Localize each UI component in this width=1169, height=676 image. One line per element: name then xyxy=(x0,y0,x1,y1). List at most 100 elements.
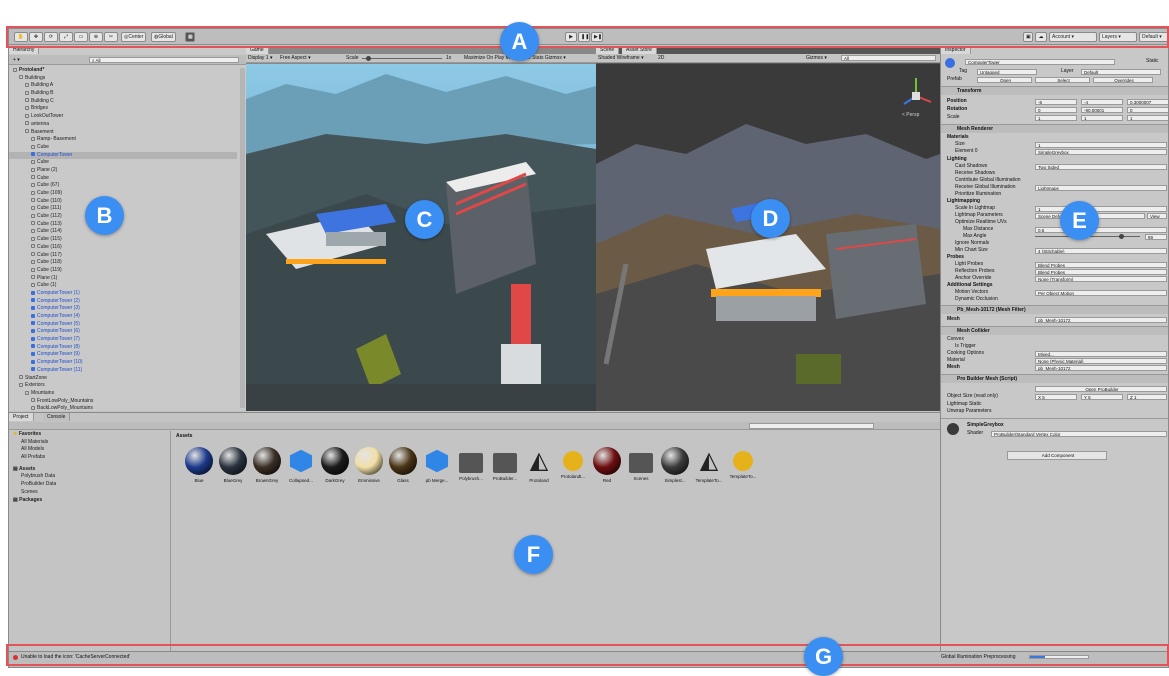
hierarchy-add-button[interactable]: + ▾ xyxy=(13,57,20,63)
hierarchy-item[interactable]: ComputerTower xyxy=(9,151,237,160)
hierarchy-item[interactable]: Cube (116) xyxy=(9,244,237,252)
asset-item[interactable]: BlueGrey xyxy=(218,447,248,489)
hierarchy-item[interactable]: Building A xyxy=(9,82,237,90)
hierarchy-item[interactable]: Cube (113) xyxy=(9,221,237,229)
asset-item[interactable]: TemplateTo... xyxy=(728,447,758,489)
asset-item[interactable]: Emmissive xyxy=(354,447,384,489)
hierarchy-item[interactable]: Cube (110) xyxy=(9,198,237,206)
transform-header[interactable]: Transform xyxy=(941,86,1168,95)
asset-item[interactable]: BrownGrey xyxy=(252,447,282,489)
collider-mesh-field[interactable]: pb_Mesh-10172 xyxy=(1035,365,1167,371)
layer-dropdown[interactable]: Default xyxy=(1081,69,1161,75)
asset-item[interactable]: DarkGrey xyxy=(320,447,350,489)
min-chart-dropdown[interactable]: 4 (Stitchable) xyxy=(1035,248,1167,254)
hierarchy-item[interactable]: Mountains xyxy=(9,390,237,398)
hierarchy-item[interactable]: Cube xyxy=(9,159,237,167)
prefab-open-button[interactable]: Open xyxy=(977,77,1032,83)
hierarchy-item[interactable]: Plane (1) xyxy=(9,275,237,283)
hierarchy-item[interactable]: Buildings xyxy=(9,75,237,83)
hierarchy-item[interactable]: FrontLowPoly_Mountains xyxy=(9,398,237,406)
asset-item[interactable]: Collapsed... xyxy=(286,447,316,489)
aspect-dropdown[interactable]: Free Aspect ▾ xyxy=(280,54,311,63)
hierarchy-item[interactable]: ComputerTower (6) xyxy=(9,328,237,336)
material-element-field[interactable]: SimpleGreybox xyxy=(1035,149,1167,155)
mesh-collider-header[interactable]: Mesh Collider xyxy=(941,326,1168,335)
hierarchy-item[interactable]: Cube (1) xyxy=(9,282,237,290)
hierarchy-item[interactable]: Cube (117) xyxy=(9,252,237,260)
asset-item[interactable]: Red xyxy=(592,447,622,489)
project-search-input[interactable] xyxy=(749,423,874,429)
position-y[interactable]: -4 xyxy=(1081,99,1123,105)
rotation-x[interactable]: 0 xyxy=(1035,107,1077,113)
hierarchy-item[interactable]: Protoland* xyxy=(9,67,237,75)
hierarchy-item[interactable]: ComputerTower (10) xyxy=(9,359,237,367)
favorites-node[interactable]: ★ Favorites xyxy=(13,431,170,439)
console-tab[interactable]: Console xyxy=(43,413,71,421)
hierarchy-item[interactable]: ComputerTower (5) xyxy=(9,321,237,329)
mesh-filter-header[interactable]: Pb_Mesh-10172 (Mesh Filter) xyxy=(941,305,1168,314)
hierarchy-item[interactable]: Basement xyxy=(9,129,237,137)
hierarchy-item[interactable]: Ramp- Basement xyxy=(9,136,237,144)
hierarchy-search-input[interactable]: ⌕ All xyxy=(89,57,239,63)
hierarchy-item[interactable]: Building B xyxy=(9,90,237,98)
hierarchy-item[interactable]: Cube (118) xyxy=(9,259,237,267)
asset-folder-item[interactable]: ProBuilder Data xyxy=(13,481,170,489)
favorite-item[interactable]: All Models xyxy=(13,446,170,454)
hierarchy-item[interactable]: Cube (114) xyxy=(9,228,237,236)
max-angle-knob[interactable] xyxy=(1119,234,1124,239)
scene-search-input[interactable]: All xyxy=(841,55,936,61)
hierarchy-item[interactable]: BackLowPoly_Mountains xyxy=(9,405,237,411)
motion-vectors-dropdown[interactable]: Per Object Motion xyxy=(1035,290,1167,296)
scale-slider-knob[interactable] xyxy=(366,56,371,61)
hierarchy-item[interactable]: Cube (109) xyxy=(9,190,237,198)
max-distance-field[interactable]: 0.5 xyxy=(1035,227,1167,233)
assets-node[interactable]: ▤ Assets xyxy=(13,466,170,474)
receive-gi-dropdown[interactable]: Lightmaps xyxy=(1035,185,1167,191)
asset-item[interactable]: Blue xyxy=(184,447,214,489)
probuilder-mesh-header[interactable]: Pro Builder Mesh (Script) xyxy=(941,374,1168,383)
project-tab[interactable]: Project xyxy=(9,413,34,421)
cooking-dropdown[interactable]: Mixed... xyxy=(1035,351,1167,357)
favorite-item[interactable]: All Prefabs xyxy=(13,454,170,462)
hierarchy-item[interactable]: ComputerTower (9) xyxy=(9,351,237,359)
hierarchy-item[interactable]: ComputerTower (11) xyxy=(9,367,237,375)
packages-node[interactable]: ▤ Packages xyxy=(13,497,170,505)
asset-item[interactable]: Polybrush... xyxy=(456,447,486,489)
position-x[interactable]: -5 xyxy=(1035,99,1077,105)
favorite-item[interactable]: All Materials xyxy=(13,439,170,447)
hierarchy-scrollbar[interactable] xyxy=(240,68,245,408)
asset-item[interactable]: Glass xyxy=(388,447,418,489)
hierarchy-item[interactable]: Exteriors xyxy=(9,382,237,390)
light-probes-dropdown[interactable]: Blend Probes xyxy=(1035,262,1167,268)
persp-label[interactable]: < Persp xyxy=(902,112,920,118)
asset-folder-item[interactable]: Polybrush Data xyxy=(13,473,170,481)
open-probuilder-button[interactable]: Open ProBuilder xyxy=(1035,386,1167,392)
asset-item[interactable]: ProBuilder... xyxy=(490,447,520,489)
prefab-select-button[interactable]: Select xyxy=(1035,77,1090,83)
hierarchy-item[interactable]: LookOutTower xyxy=(9,113,237,121)
hierarchy-item[interactable]: Bridges xyxy=(9,105,237,113)
add-component-button[interactable]: Add Component xyxy=(1007,451,1107,460)
hierarchy-item[interactable]: Plane (2) xyxy=(9,167,237,175)
hierarchy-item[interactable]: antenna xyxy=(9,121,237,129)
asset-item[interactable]: pb Merge... xyxy=(422,447,452,489)
collider-material-field[interactable]: None (Physic Material) xyxy=(1035,358,1167,364)
hierarchy-item[interactable]: ComputerTower (2) xyxy=(9,298,237,306)
static-checkbox[interactable]: Static xyxy=(1146,58,1159,65)
rotation-z[interactable]: 0 xyxy=(1127,107,1168,113)
unwrap-params-label[interactable]: Unwrap Parameters xyxy=(947,408,991,415)
object-name-field[interactable]: ComputerTower xyxy=(965,59,1115,65)
asset-item[interactable]: ◭ TemplateTo... xyxy=(694,447,724,489)
asset-item[interactable]: Protolandt... xyxy=(558,447,588,489)
scale-in-lightmap-field[interactable]: 1 xyxy=(1035,206,1167,212)
2d-toggle[interactable]: 2D xyxy=(658,54,664,63)
asset-folder-item[interactable]: Scenes xyxy=(13,489,170,497)
materials-size-field[interactable]: 1 xyxy=(1035,142,1167,148)
hierarchy-item[interactable]: ComputerTower (8) xyxy=(9,344,237,352)
scene-gizmos-dropdown[interactable]: Gizmos ▾ xyxy=(806,54,827,63)
rotation-y[interactable]: -90.00001 xyxy=(1081,107,1123,113)
hierarchy-item[interactable]: ComputerTower (4) xyxy=(9,313,237,321)
hierarchy-item[interactable]: ComputerTower (3) xyxy=(9,305,237,313)
hierarchy-item[interactable]: Cube xyxy=(9,175,237,183)
mesh-renderer-header[interactable]: Mesh Renderer xyxy=(941,124,1168,133)
